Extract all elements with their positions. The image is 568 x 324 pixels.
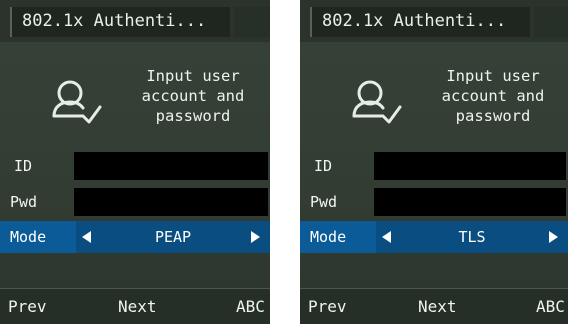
prompt-message: Input user account and password <box>141 67 245 125</box>
mode-label: Mode <box>310 228 347 246</box>
pwd-label: Pwd <box>10 193 38 211</box>
mode-selector[interactable]: PEAP <box>76 221 270 253</box>
phone-screen-right: 802.1x Authenti... Input user account an… <box>300 0 568 324</box>
title-bar: 802.1x Authenti... <box>300 0 568 42</box>
pwd-row: Pwd <box>300 187 568 217</box>
pwd-input[interactable] <box>374 188 566 216</box>
abc-softkey[interactable]: ABC <box>236 289 265 324</box>
arrow-right-icon[interactable] <box>549 231 558 243</box>
mode-selector[interactable]: TLS <box>376 221 568 253</box>
title-bar: 802.1x Authenti... <box>0 0 270 42</box>
pwd-label: Pwd <box>310 193 338 211</box>
id-input[interactable] <box>374 152 566 180</box>
phone-screen-left: 802.1x Authenti... Input user account an… <box>0 0 270 324</box>
pwd-input[interactable] <box>74 188 268 216</box>
user-check-icon <box>352 80 402 124</box>
id-input[interactable] <box>74 152 268 180</box>
mode-row[interactable]: Mode PEAP <box>0 221 270 253</box>
arrow-right-icon[interactable] <box>251 231 260 243</box>
mode-label: Mode <box>10 228 47 246</box>
id-row: ID <box>0 151 270 181</box>
prev-softkey[interactable]: Prev <box>8 289 47 324</box>
title-tab-edge <box>534 7 568 37</box>
id-label: ID <box>314 157 333 175</box>
mode-value: TLS <box>458 228 486 246</box>
next-softkey[interactable]: Next <box>118 289 157 324</box>
prompt-message: Input user account and password <box>441 67 545 125</box>
screen-title: 802.1x Authenti... <box>322 11 507 31</box>
abc-softkey[interactable]: ABC <box>536 289 565 324</box>
screen-title: 802.1x Authenti... <box>22 11 207 31</box>
id-row: ID <box>300 151 568 181</box>
mode-row[interactable]: Mode TLS <box>300 221 568 253</box>
prev-softkey[interactable]: Prev <box>308 289 347 324</box>
softkey-bar: Prev Next ABC <box>300 288 568 324</box>
next-softkey[interactable]: Next <box>418 289 457 324</box>
softkey-bar: Prev Next ABC <box>0 288 270 324</box>
user-check-icon <box>52 80 102 124</box>
mode-value: PEAP <box>154 228 192 246</box>
title-tab-edge <box>234 7 270 37</box>
id-label: ID <box>14 157 33 175</box>
pwd-row: Pwd <box>0 187 270 217</box>
